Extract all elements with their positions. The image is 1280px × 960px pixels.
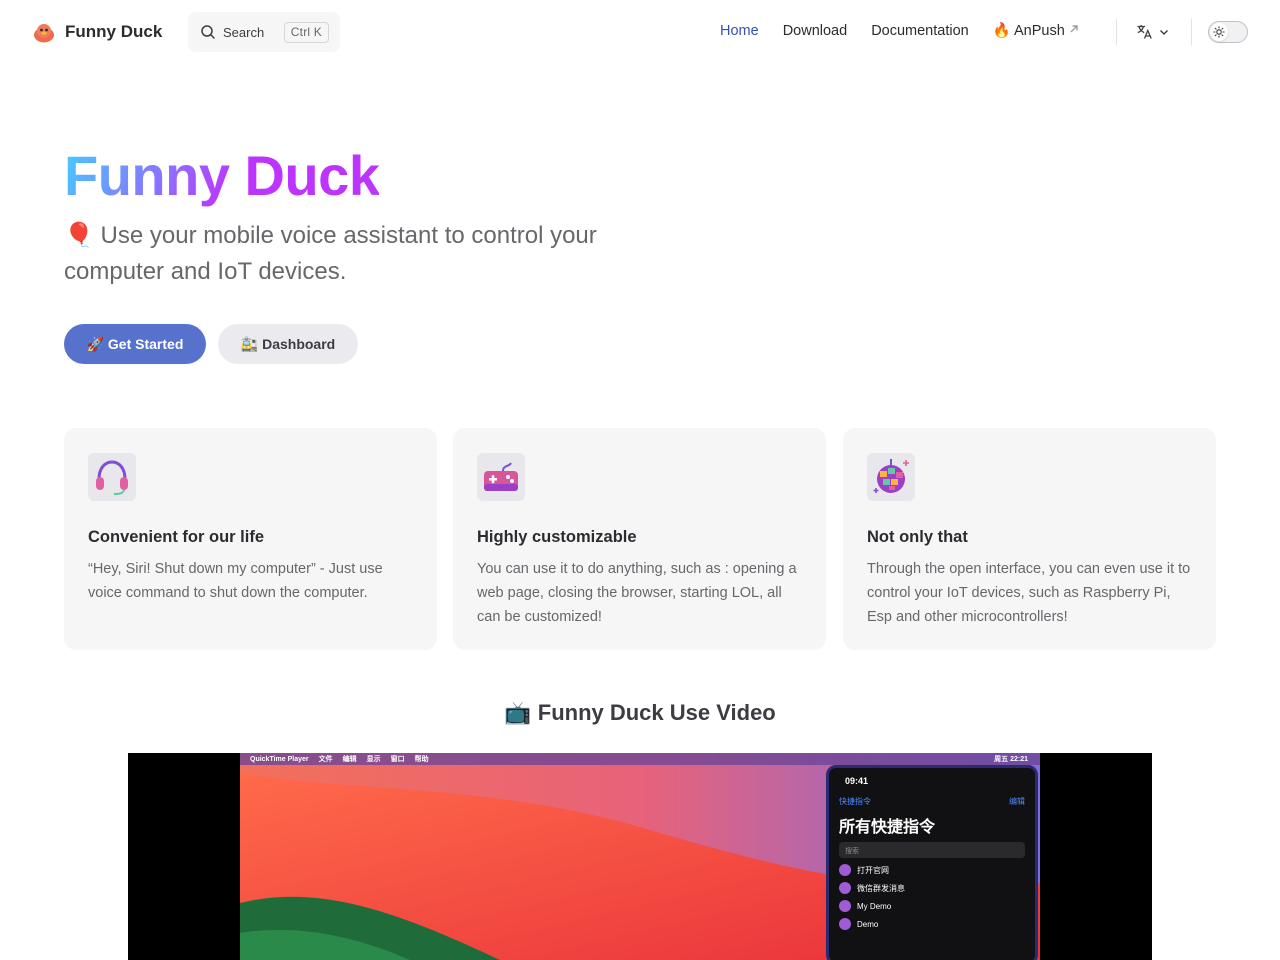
dashboard-button[interactable]: 🚉 Dashboard (218, 324, 358, 364)
external-link-icon (1070, 25, 1078, 33)
feature-title: Not only that (867, 528, 968, 546)
macos-menubar: QuickTime Player 文件 编辑 显示 窗口 帮助 周五 22:21 (240, 753, 1040, 765)
feature-card: Highly customizable You can use it to do… (453, 428, 826, 650)
video-heading: 📺 Funny Duck Use Video (504, 700, 776, 725)
nav-link-home[interactable]: Home (720, 23, 759, 39)
menubar-item: 窗口 (390, 756, 405, 763)
video-player[interactable]: QuickTime Player 文件 编辑 显示 窗口 帮助 周五 22:21… (128, 753, 1152, 960)
menubar-item: 文件 (318, 756, 333, 763)
feature-title: Convenient for our life (88, 528, 265, 546)
list-item: 打开官网 (839, 864, 1025, 876)
shortcut-icon (839, 882, 851, 894)
feature-card: Not only that Through the open interface… (843, 428, 1216, 650)
video-frame: QuickTime Player 文件 编辑 显示 窗口 帮助 周五 22:21… (240, 753, 1040, 960)
list-item-label: 微信群发消息 (857, 883, 905, 893)
hero-tagline: 🎈 Use your mobile voice assistant to con… (64, 222, 597, 285)
menubar-item: 编辑 (342, 756, 357, 763)
nav-link-anpush-label: 🔥 AnPush (992, 23, 1065, 39)
feature-details: Through the open interface, you can even… (867, 561, 1191, 625)
menubar-item: 显示 (366, 756, 381, 763)
disco-ball-icon (867, 453, 915, 501)
phone-back-link: 快捷指令 (839, 797, 871, 806)
brand-title: Funny Duck (65, 22, 163, 41)
nav-divider (1116, 19, 1117, 45)
language-switcher[interactable] (1136, 23, 1169, 40)
feature-title: Highly customizable (477, 528, 637, 546)
list-item: Demo (839, 918, 1025, 930)
translate-icon (1137, 25, 1152, 39)
nav-link-download[interactable]: Download (783, 23, 848, 39)
nav-divider (1191, 19, 1192, 45)
phone-navbar: 快捷指令 编辑 (839, 796, 1025, 807)
phone-search: 搜索 (839, 842, 1025, 858)
appearance-toggle[interactable] (1208, 21, 1248, 43)
list-item-label: 打开官网 (857, 865, 889, 875)
search-label: Search (223, 24, 265, 40)
menubar-clock: 周五 22:21 (994, 756, 1028, 763)
search-button[interactable]: Search Ctrl K (188, 12, 340, 52)
list-item-label: My Demo (857, 901, 892, 911)
brand-link[interactable]: Funny Duck (32, 20, 162, 44)
list-item-label: Demo (857, 919, 879, 929)
nav-links: Home Download Documentation 🔥 AnPush (720, 22, 1079, 39)
get-started-button[interactable]: 🚀 Get Started (64, 324, 206, 364)
phone-title: 所有快捷指令 (839, 819, 936, 836)
nav-link-anpush[interactable]: 🔥 AnPush (993, 22, 1079, 39)
shortcut-icon (839, 900, 851, 912)
list-item: My Demo (839, 900, 1025, 912)
sun-icon (1213, 26, 1225, 38)
phone-time: 09:41 (845, 776, 869, 786)
headphones-icon (88, 453, 136, 501)
top-nav: Funny Duck Search Ctrl K Home Download D… (0, 0, 1280, 64)
feature-card: Convenient for our life “Hey, Siri! Shut… (64, 428, 437, 650)
game-controller-icon (477, 453, 525, 501)
list-item: 微信群发消息 (839, 882, 1025, 894)
phone-edit-link: 编辑 (1009, 797, 1025, 806)
phone-mockup: 09:41 快捷指令 编辑 所有快捷指令 搜索 打开官网 微信群发消息 My D… (826, 765, 1038, 960)
shortcut-icon (839, 918, 851, 930)
menubar-item: 帮助 (414, 756, 429, 763)
search-shortcut: Ctrl K (283, 21, 329, 43)
nav-link-documentation[interactable]: Documentation (871, 23, 969, 39)
feature-details: “Hey, Siri! Shut down my computer” - Jus… (88, 561, 383, 601)
menubar-app: QuickTime Player (250, 755, 309, 763)
feature-details: You can use it to do anything, such as :… (477, 561, 797, 625)
shortcut-icon (839, 864, 851, 876)
search-icon (201, 25, 215, 39)
chevron-down-icon (1160, 29, 1168, 35)
hero-title: Funny Duck (64, 140, 380, 212)
toggle-knob (1210, 23, 1228, 41)
duck-logo-icon (34, 24, 54, 43)
